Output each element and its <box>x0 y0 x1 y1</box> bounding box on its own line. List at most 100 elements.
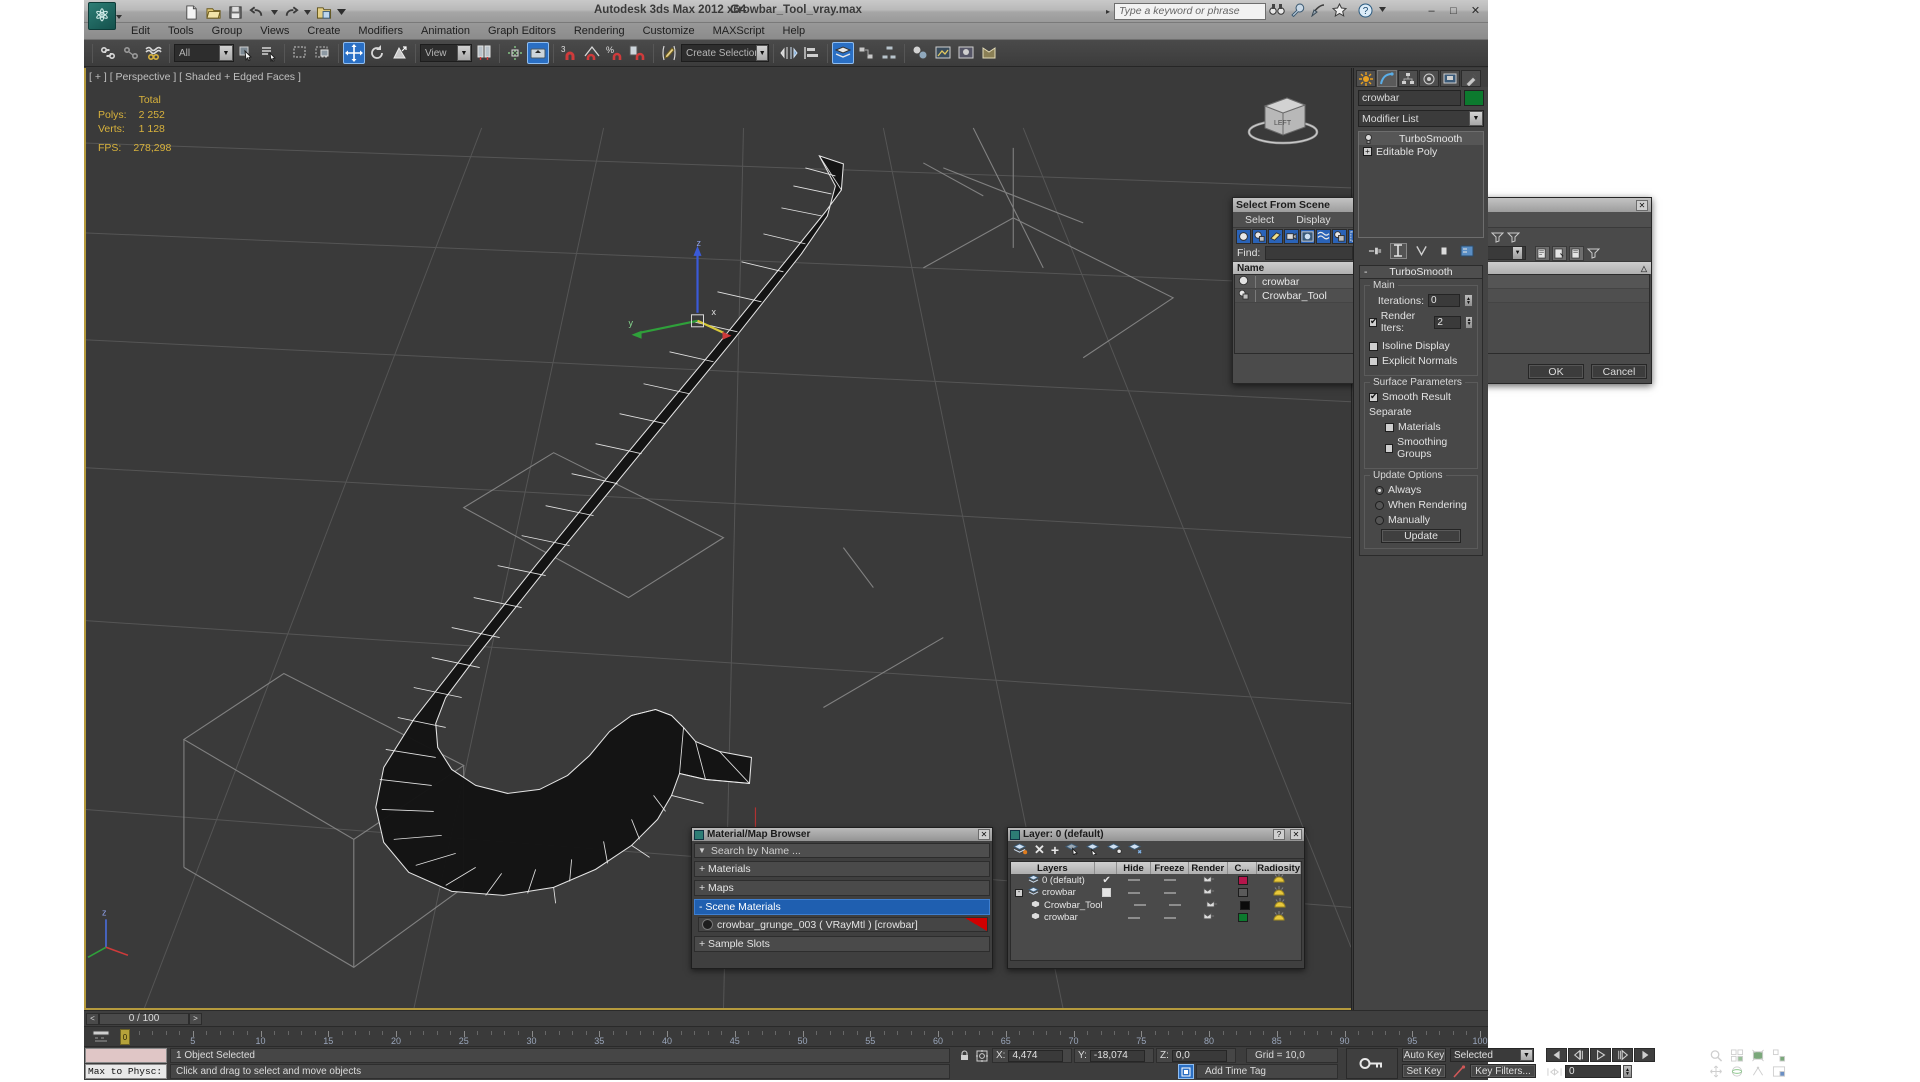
create-new-layer-icon[interactable] <box>1013 842 1028 858</box>
expand-minus-icon[interactable]: - <box>1015 889 1023 897</box>
color-swatch[interactable] <box>1238 876 1248 885</box>
zoom-all-icon[interactable] <box>1727 1048 1746 1062</box>
object-color-swatch[interactable] <box>1464 90 1484 106</box>
unlink-selection-icon[interactable] <box>120 42 142 64</box>
filter-icon[interactable] <box>1490 229 1505 244</box>
update-when-rendering-radio[interactable] <box>1375 501 1384 510</box>
menu-item-maxscript[interactable]: MAXScript <box>704 23 774 39</box>
configure-modifier-sets-icon[interactable] <box>1459 243 1476 259</box>
chevron-down-icon[interactable]: ▼ <box>698 846 706 855</box>
add-time-tag-label[interactable]: Add Time Tag <box>1196 1064 1338 1079</box>
render-iters-spinner[interactable]: ▲▼ <box>1465 316 1473 329</box>
chevron-down-icon[interactable]: ▼ <box>457 45 471 61</box>
new-file-icon[interactable] <box>182 3 201 21</box>
coord-y-value[interactable]: -18,074 <box>1090 1050 1145 1062</box>
show-end-result-icon[interactable] <box>1390 243 1407 259</box>
frame-display[interactable]: 0 / 100 <box>99 1013 189 1025</box>
layer-grid[interactable]: LayersHideFreezeRenderC...Radiosity 0 (d… <box>1010 861 1302 961</box>
layer-render-cell[interactable] <box>1189 911 1227 924</box>
next-frame-icon[interactable] <box>1612 1048 1633 1062</box>
zoom-icon[interactable] <box>1706 1048 1725 1062</box>
close-icon[interactable]: ✕ <box>978 829 990 840</box>
add-time-tag-icon[interactable] <box>1178 1064 1194 1079</box>
layer-render-cell[interactable] <box>1193 899 1230 912</box>
selection-filter-dropdown[interactable]: All ▼ <box>174 44 234 62</box>
layer-row[interactable]: 0 (default)✔ <box>1011 874 1301 887</box>
mmb-section-scene-materials[interactable]: - Scene Materials <box>694 899 990 915</box>
layer-freeze-cell[interactable] <box>1156 904 1193 906</box>
select-and-rotate-icon[interactable] <box>366 42 388 64</box>
highlight-selected-objects-layer-icon[interactable] <box>1107 842 1122 858</box>
rendered-frame-window-icon[interactable] <box>955 42 977 64</box>
update-button[interactable]: Update <box>1381 529 1461 543</box>
app-logo-button[interactable]: ⚛ <box>88 2 116 30</box>
angle-snap-toggle-icon[interactable] <box>581 42 603 64</box>
pin-stack-icon[interactable] <box>1367 243 1384 259</box>
space-warps-filter-icon[interactable] <box>1316 229 1331 244</box>
layer-color-cell[interactable] <box>1228 888 1258 897</box>
update-always-radio[interactable] <box>1375 486 1384 495</box>
geometry-filter-icon[interactable] <box>1236 229 1251 244</box>
scene-material-item[interactable]: crowbar_grunge_003 ( VRayMtl ) [crowbar] <box>698 917 988 932</box>
layer-column-header[interactable]: Radiosity <box>1257 862 1301 874</box>
track-bar[interactable]: 5101520253035404550556065707580859095100… <box>84 1026 1488 1046</box>
rollout-header-turbosmooth[interactable]: - TurboSmooth <box>1360 266 1482 279</box>
dialog-menu-select[interactable]: Select <box>1245 214 1274 226</box>
layer-freeze-cell[interactable] <box>1151 917 1189 919</box>
modifier-stack-item-turbosmooth[interactable]: TurboSmooth <box>1359 132 1483 145</box>
select-object-icon[interactable] <box>235 42 257 64</box>
cancel-button[interactable]: Cancel <box>1591 364 1647 379</box>
hide-unselected-layers-icon[interactable] <box>1128 842 1143 858</box>
named-selection-set-dropdown[interactable]: Create Selection Se ▼ <box>681 44 769 62</box>
select-and-move-icon[interactable] <box>343 42 365 64</box>
load-selection-set-icon[interactable] <box>1552 246 1567 261</box>
mmb-section-materials[interactable]: + Materials <box>694 861 990 877</box>
coord-z-value[interactable]: 0,0 <box>1172 1050 1227 1062</box>
bind-to-space-warp-icon[interactable] <box>143 42 165 64</box>
layer-color-cell[interactable] <box>1228 913 1258 922</box>
mmb-search-row[interactable]: ▼ Search by Name ... <box>694 843 990 858</box>
layer-render-cell[interactable] <box>1189 874 1227 887</box>
delete-layer-icon[interactable]: ✕ <box>1034 842 1045 858</box>
open-mini-curve-editor-icon[interactable] <box>90 1029 112 1044</box>
lock-selection-icon[interactable] <box>956 1048 972 1063</box>
chevron-down-icon[interactable]: ▼ <box>1520 1049 1533 1061</box>
coordinate-z[interactable]: Z: 0,0 <box>1156 1048 1236 1063</box>
viewport-label[interactable]: [ + ] [ Perspective ] [ Shaded + Edged F… <box>89 71 301 83</box>
render-iters-field[interactable]: 2 <box>1434 316 1461 329</box>
align-icon[interactable] <box>801 42 823 64</box>
wrench-icon[interactable] <box>1290 3 1308 20</box>
render-setup-icon[interactable] <box>932 42 954 64</box>
layer-active-cell[interactable] <box>1095 888 1118 897</box>
layer-hide-cell[interactable] <box>1118 879 1151 881</box>
redo-dropdown-icon[interactable] <box>303 3 311 21</box>
chevron-down-icon[interactable]: ▼ <box>756 45 768 61</box>
mirror-icon[interactable] <box>778 42 800 64</box>
modifier-stack-item-editable-poly[interactable]: + Editable Poly <box>1359 145 1483 158</box>
modify-tab-icon[interactable] <box>1377 70 1397 87</box>
rollout-collapse-icon[interactable]: - <box>1364 266 1368 278</box>
time-slider[interactable]: < 0 / 100 > <box>86 1013 202 1025</box>
modifier-list-dropdown[interactable]: Modifier List ▼ <box>1358 110 1484 127</box>
help-icon[interactable]: ? <box>1358 3 1376 20</box>
menu-item-customize[interactable]: Customize <box>634 23 704 39</box>
menu-item-modifiers[interactable]: Modifiers <box>349 23 412 39</box>
layer-name-cell[interactable]: crowbar <box>1011 911 1095 924</box>
menu-item-rendering[interactable]: Rendering <box>565 23 634 39</box>
layer-color-cell[interactable] <box>1228 876 1258 885</box>
go-to-start-icon[interactable] <box>1546 1048 1567 1062</box>
select-and-manipulate-icon[interactable] <box>504 42 526 64</box>
undo-icon[interactable] <box>248 3 267 21</box>
render-production-icon[interactable] <box>978 42 1000 64</box>
rectangular-selection-region-icon[interactable] <box>289 42 311 64</box>
layer-column-header[interactable]: Render <box>1189 862 1227 874</box>
mmb-section-sample-slots[interactable]: + Sample Slots <box>694 936 990 952</box>
layer-grid-body[interactable]: 0 (default)✔-crowbarCrowbar_Toolcrowbar <box>1011 874 1301 924</box>
coord-x-value[interactable]: 4,474 <box>1008 1050 1063 1062</box>
layer-freeze-cell[interactable] <box>1151 892 1189 894</box>
remove-modifier-icon[interactable] <box>1436 243 1453 259</box>
open-file-icon[interactable] <box>204 3 223 21</box>
sort-ascending-icon[interactable]: △ <box>1641 264 1647 273</box>
zoom-extents-icon[interactable] <box>1748 1048 1767 1062</box>
redo-icon[interactable] <box>281 3 300 21</box>
